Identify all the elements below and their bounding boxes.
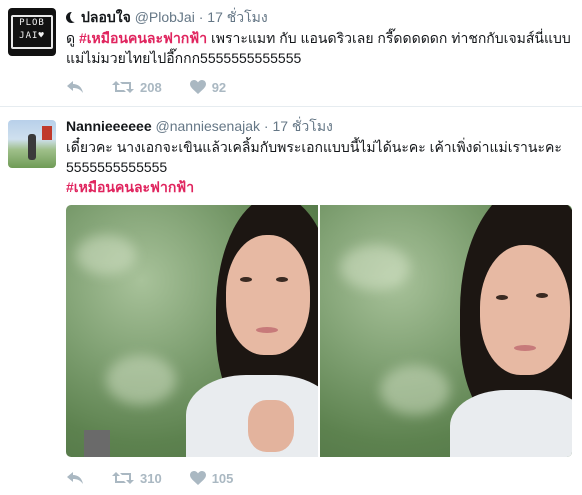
- media-grid: [66, 205, 572, 457]
- tweet-plobjai[interactable]: PLOB JAI♥ ปลอบใจ @PlobJai · 17 ชั่วโมง ด…: [0, 0, 582, 106]
- tweet-nanniesenajak[interactable]: Nannieeeeee @nanniesenajak · 17 ชั่วโมง …: [0, 107, 582, 495]
- reply-button[interactable]: [66, 80, 84, 94]
- retweet-icon: [112, 81, 134, 93]
- avatar-lightbox-logo: PLOB JAI♥: [11, 15, 53, 49]
- avatar-person-figure: [28, 134, 36, 160]
- reply-icon: [67, 81, 83, 93]
- moon-icon: [66, 11, 79, 23]
- avatar-text-line1: PLOB: [19, 18, 45, 28]
- reply-button[interactable]: [66, 471, 84, 485]
- display-name[interactable]: Nannieeeeee: [66, 118, 152, 134]
- avatar-text-line2: JAI♥: [19, 31, 45, 41]
- avatar[interactable]: PLOB JAI♥: [8, 8, 56, 56]
- avatar[interactable]: [8, 120, 56, 168]
- tweet-text: ดู #เหมือนคนละฟากฟ้า เพราะแมท กับ แอนดริ…: [66, 28, 574, 68]
- separator: ·: [263, 118, 269, 134]
- reply-icon: [67, 472, 83, 484]
- tweet-actions: 310 105: [66, 468, 261, 488]
- like-button[interactable]: 105: [189, 470, 234, 486]
- photo-2[interactable]: [320, 205, 572, 457]
- like-button[interactable]: 92: [189, 79, 227, 95]
- retweet-count: 310: [140, 470, 162, 486]
- separator: ·: [198, 9, 204, 25]
- tweet-header: ปลอบใจ @PlobJai · 17 ชั่วโมง: [66, 8, 268, 26]
- tweet-actions: 208 92: [66, 77, 254, 97]
- hashtag-link[interactable]: #เหมือนคนละฟากฟ้า: [79, 30, 207, 46]
- tweet-text-line2: 5555555555555: [66, 159, 168, 175]
- retweet-button[interactable]: 208: [112, 80, 162, 95]
- hashtag-link[interactable]: #เหมือนคนละฟากฟ้า: [66, 177, 574, 197]
- retweet-icon: [112, 472, 134, 484]
- photo-1[interactable]: [66, 205, 318, 457]
- tweet-header: Nannieeeeee @nanniesenajak · 17 ชั่วโมง: [66, 117, 333, 135]
- like-count: 105: [211, 470, 234, 486]
- tweet-text-line1: เดี๋ยวคะ นางเอกจะเขินแล้วเคลิ้มกับพระเอก…: [66, 139, 562, 155]
- tweet-text-prefix: ดู: [66, 30, 79, 46]
- avatar-sign: [42, 126, 52, 140]
- user-handle[interactable]: @PlobJai: [135, 9, 195, 25]
- timestamp[interactable]: 17 ชั่วโมง: [207, 9, 267, 25]
- display-name[interactable]: ปลอบใจ: [81, 9, 131, 25]
- like-count: 92: [211, 79, 227, 95]
- user-handle[interactable]: @nanniesenajak: [156, 118, 261, 134]
- retweet-count: 208: [140, 79, 162, 95]
- heart-icon: [189, 80, 206, 94]
- heart-icon: [189, 471, 206, 485]
- timestamp[interactable]: 17 ชั่วโมง: [272, 118, 332, 134]
- tweet-text: เดี๋ยวคะ นางเอกจะเขินแล้วเคลิ้มกับพระเอก…: [66, 137, 574, 197]
- retweet-button[interactable]: 310: [112, 471, 162, 486]
